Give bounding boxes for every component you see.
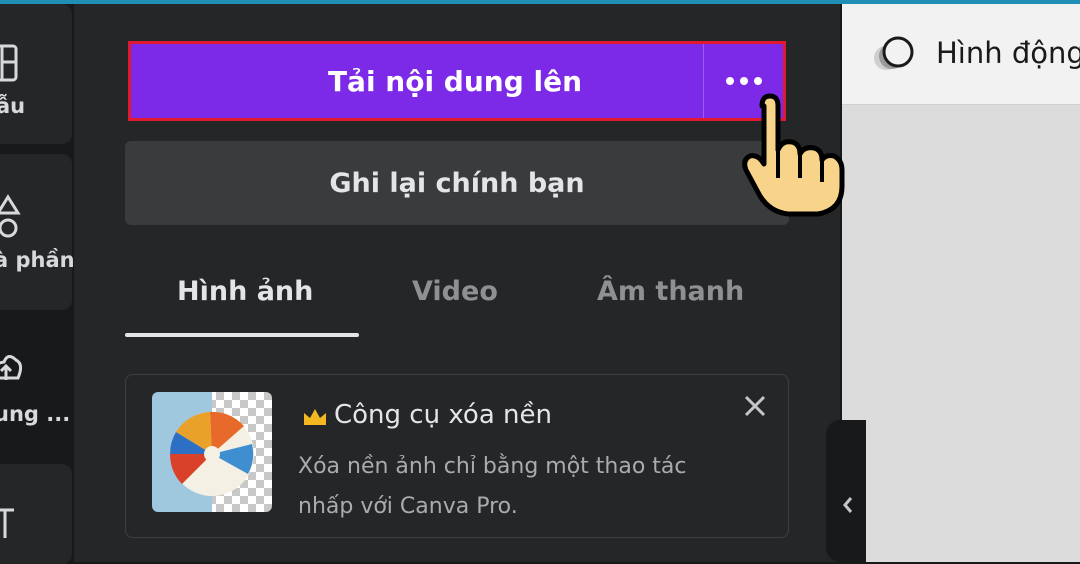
record-yourself-button[interactable]: Ghi lại chính bạn xyxy=(125,141,789,225)
tab-images[interactable]: Hình ảnh xyxy=(177,276,313,307)
active-tab-indicator xyxy=(125,333,359,337)
media-tabs: Hình ảnh Video Âm thanh xyxy=(125,258,789,338)
crown-icon xyxy=(304,409,326,425)
sidebar-item-label: ung ... xyxy=(0,402,71,426)
tab-video[interactable]: Video xyxy=(412,276,498,307)
pointing-hand-icon xyxy=(742,93,845,217)
sidebar-item-uploads[interactable]: ung ... xyxy=(0,316,72,456)
beach-ball-image xyxy=(152,392,272,512)
text-icon xyxy=(0,508,14,538)
shapes-icon xyxy=(0,194,21,238)
left-sidebar: ẫu à phần ung ... xyxy=(0,4,75,564)
close-icon[interactable] xyxy=(742,393,768,419)
sidebar-item-templates[interactable]: ẫu xyxy=(0,4,72,144)
layout-icon xyxy=(0,44,18,82)
chevron-left-icon xyxy=(843,497,853,513)
sidebar-item-elements[interactable]: à phần xyxy=(0,154,75,310)
sidebar-item-label: ẫu xyxy=(0,94,26,118)
tab-audio[interactable]: Âm thanh xyxy=(597,276,744,307)
background-remover-promo[interactable]: Công cụ xóa nền Xóa nền ảnh chỉ bằng một… xyxy=(125,374,789,538)
animate-button-label[interactable]: Hình động xyxy=(936,36,1080,70)
sidebar-item-text[interactable] xyxy=(0,464,72,564)
cloud-upload-icon xyxy=(0,355,23,380)
upload-media-button[interactable]: Tải nội dung lên xyxy=(128,41,786,121)
upload-media-label: Tải nội dung lên xyxy=(327,64,583,98)
more-dots-icon xyxy=(725,77,734,85)
collapse-panel-button[interactable] xyxy=(826,420,866,562)
promo-title: Công cụ xóa nền xyxy=(334,400,552,430)
sidebar-item-label: à phần xyxy=(0,248,75,272)
promo-description: Xóa nền ảnh chỉ bằng một thao tác nhấp v… xyxy=(298,454,687,519)
animate-icon[interactable] xyxy=(872,34,918,76)
